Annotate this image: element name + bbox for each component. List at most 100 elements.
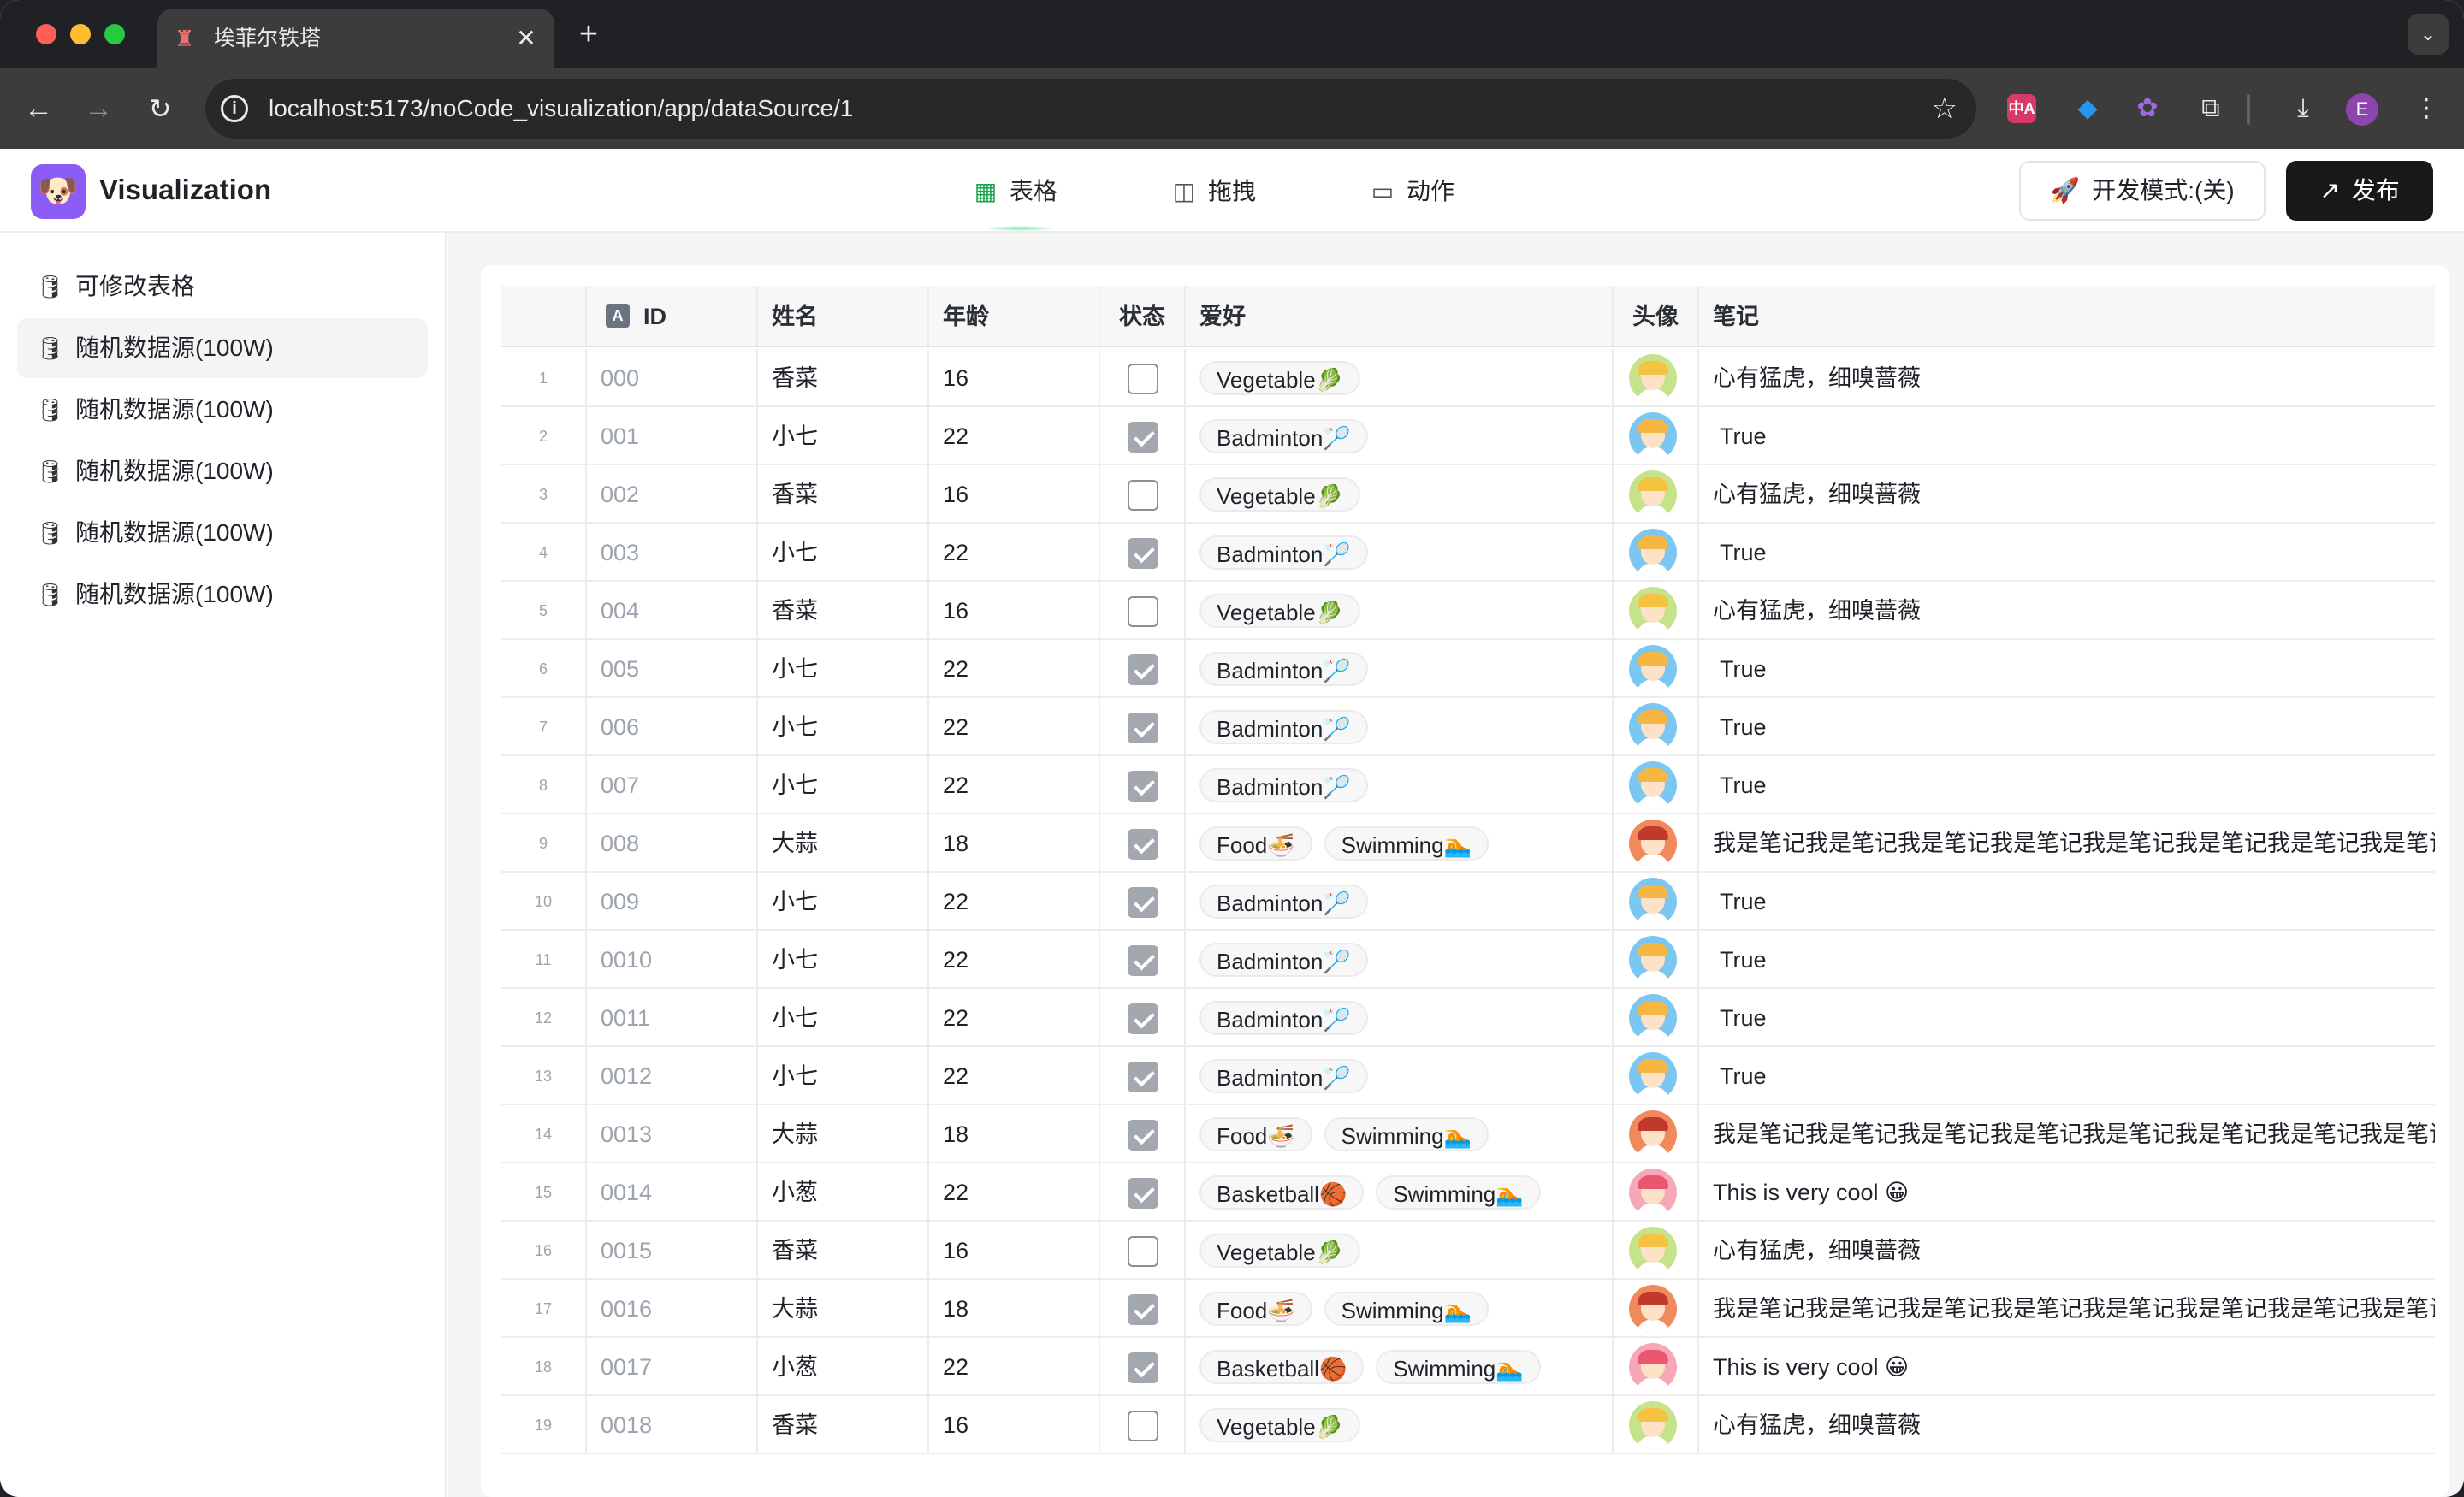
table-row[interactable]: 6 005 小七 22 Badminton🏸 True <box>501 640 2435 698</box>
minimize-window-button[interactable] <box>70 24 91 44</box>
table-row[interactable]: 11 0010 小七 22 Badminton🏸 True <box>501 931 2435 989</box>
status-checkbox[interactable] <box>1128 1352 1158 1383</box>
cell-notes[interactable]: This is very cool 😀 <box>1699 1338 2435 1394</box>
status-checkbox[interactable] <box>1128 887 1158 918</box>
cell-notes[interactable]: 我是笔记我是笔记我是笔记我是笔记我是笔记我是笔记我是笔记我是笔记 <box>1699 814 2435 871</box>
cell-notes[interactable]: True <box>1699 756 2435 813</box>
table-row[interactable]: 5 004 香菜 16 Vegetable🥬 心有猛虎，细嗅蔷薇 <box>501 582 2435 640</box>
status-checkbox[interactable] <box>1128 1294 1158 1325</box>
cell-id[interactable]: 0013 <box>587 1105 758 1162</box>
gem-extension-icon[interactable]: ◆ <box>2069 90 2106 127</box>
sidebar-item-random-source[interactable]: 🛢 随机数据源(100W) <box>17 565 428 624</box>
column-header-status[interactable]: 状态 <box>1100 286 1186 346</box>
column-header-notes[interactable]: 笔记 <box>1699 286 2435 346</box>
cell-notes[interactable]: This is very cool 😀 <box>1699 1163 2435 1220</box>
status-checkbox[interactable] <box>1128 1178 1158 1209</box>
cell-id[interactable]: 0012 <box>587 1047 758 1104</box>
cell-notes[interactable]: True <box>1699 524 2435 580</box>
cell-hobbies[interactable]: Badminton🏸 <box>1186 698 1614 754</box>
translate-extension-icon[interactable]: 中A <box>2007 94 2036 123</box>
cell-id[interactable]: 009 <box>587 873 758 929</box>
table-row[interactable]: 8 007 小七 22 Badminton🏸 True <box>501 756 2435 814</box>
cell-id[interactable]: 007 <box>587 756 758 813</box>
cell-name[interactable]: 香菜 <box>758 465 929 522</box>
status-checkbox[interactable] <box>1128 480 1158 511</box>
status-checkbox[interactable] <box>1128 945 1158 976</box>
download-icon[interactable]: ⤓ <box>2284 90 2322 127</box>
cell-id[interactable]: 0010 <box>587 931 758 987</box>
tab-close-icon[interactable]: ✕ <box>512 24 541 53</box>
cell-notes[interactable]: 心有猛虎，细嗅蔷薇 <box>1699 582 2435 638</box>
publish-button[interactable]: ↗ 发布 <box>2286 161 2433 221</box>
cell-hobbies[interactable]: Badminton🏸 <box>1186 407 1614 464</box>
cell-id[interactable]: 002 <box>587 465 758 522</box>
cell-age[interactable]: 22 <box>929 1338 1100 1394</box>
column-header-age[interactable]: 年龄 <box>929 286 1100 346</box>
cell-notes[interactable]: True <box>1699 1047 2435 1104</box>
sidebar-item-random-source[interactable]: 🛢 随机数据源(100W) <box>17 318 428 378</box>
cell-age[interactable]: 22 <box>929 698 1100 754</box>
table-row[interactable]: 19 0018 香菜 16 Vegetable🥬 心有猛虎，细嗅蔷薇 <box>501 1396 2435 1454</box>
cell-age[interactable]: 22 <box>929 1047 1100 1104</box>
cell-name[interactable]: 香菜 <box>758 1222 929 1278</box>
cell-age[interactable]: 16 <box>929 582 1100 638</box>
status-checkbox[interactable] <box>1128 1236 1158 1267</box>
cell-name[interactable]: 小葱 <box>758 1163 929 1220</box>
cell-age[interactable]: 16 <box>929 349 1100 405</box>
cell-notes[interactable]: 心有猛虎，细嗅蔷薇 <box>1699 349 2435 405</box>
tab-table[interactable]: ▦ 表格 <box>972 171 1057 212</box>
cell-hobbies[interactable]: Badminton🏸 <box>1186 524 1614 580</box>
cell-name[interactable]: 小七 <box>758 756 929 813</box>
cell-hobbies[interactable]: Badminton🏸 <box>1186 989 1614 1045</box>
cell-age[interactable]: 16 <box>929 1222 1100 1278</box>
cell-age[interactable]: 22 <box>929 524 1100 580</box>
cell-notes[interactable]: True <box>1699 931 2435 987</box>
cell-notes[interactable]: True <box>1699 640 2435 696</box>
cell-name[interactable]: 大蒜 <box>758 1105 929 1162</box>
cell-age[interactable]: 22 <box>929 873 1100 929</box>
cell-age[interactable]: 18 <box>929 1280 1100 1336</box>
dev-mode-button[interactable]: 🚀 开发模式:(关) <box>2019 161 2266 221</box>
cell-age[interactable]: 22 <box>929 756 1100 813</box>
table-row[interactable]: 9 008 大蒜 18 Food🍜 Swimming🏊 我是笔记我是笔记我是笔记我是笔记我是… <box>501 814 2435 873</box>
status-checkbox[interactable] <box>1128 364 1158 394</box>
address-bar[interactable]: i localhost:5173/noCode_visualization/ap… <box>205 79 1976 139</box>
column-header-avatar[interactable]: 头像 <box>1614 286 1699 346</box>
back-icon[interactable]: ← <box>19 89 58 128</box>
cell-age[interactable]: 22 <box>929 989 1100 1045</box>
forward-icon[interactable]: → <box>79 89 118 128</box>
cell-id[interactable]: 006 <box>587 698 758 754</box>
cell-name[interactable]: 大蒜 <box>758 814 929 871</box>
cell-hobbies[interactable]: Food🍜 Swimming🏊 <box>1186 814 1614 871</box>
close-window-button[interactable] <box>36 24 56 44</box>
cell-id[interactable]: 008 <box>587 814 758 871</box>
sidebar-item-random-source[interactable]: 🛢 随机数据源(100W) <box>17 380 428 440</box>
cell-age[interactable]: 18 <box>929 1105 1100 1162</box>
cell-name[interactable]: 小七 <box>758 524 929 580</box>
cell-notes[interactable]: 心有猛虎，细嗅蔷薇 <box>1699 465 2435 522</box>
cell-name[interactable]: 小七 <box>758 640 929 696</box>
cell-hobbies[interactable]: Vegetable🥬 <box>1186 349 1614 405</box>
cell-notes[interactable]: 我是笔记我是笔记我是笔记我是笔记我是笔记我是笔记我是笔记我是笔记 <box>1699 1105 2435 1162</box>
cell-hobbies[interactable]: Badminton🏸 <box>1186 931 1614 987</box>
cell-id[interactable]: 0017 <box>587 1338 758 1394</box>
cell-hobbies[interactable]: Vegetable🥬 <box>1186 1222 1614 1278</box>
cell-age[interactable]: 22 <box>929 640 1100 696</box>
sidebar-item-random-source[interactable]: 🛢 随机数据源(100W) <box>17 503 428 563</box>
cell-name[interactable]: 小七 <box>758 989 929 1045</box>
table-row[interactable]: 12 0011 小七 22 Badminton🏸 True <box>501 989 2435 1047</box>
cell-id[interactable]: 0014 <box>587 1163 758 1220</box>
cell-hobbies[interactable]: Food🍜 Swimming🏊 <box>1186 1280 1614 1336</box>
browser-menu-icon[interactable]: ⋮ <box>2408 90 2445 127</box>
table-row[interactable]: 4 003 小七 22 Badminton🏸 True <box>501 524 2435 582</box>
cell-notes[interactable]: True <box>1699 989 2435 1045</box>
tab-search-button[interactable]: ⌄ <box>2408 14 2449 55</box>
browser-tab[interactable]: ♜ 埃菲尔铁塔 ✕ <box>157 9 554 68</box>
cell-name[interactable]: 香菜 <box>758 349 929 405</box>
bookmark-star-icon[interactable]: ☆ <box>1932 92 1958 125</box>
status-checkbox[interactable] <box>1128 1003 1158 1034</box>
column-header-hobby[interactable]: 爱好 <box>1186 286 1614 346</box>
cell-hobbies[interactable]: Vegetable🥬 <box>1186 582 1614 638</box>
reload-icon[interactable]: ↻ <box>140 89 180 128</box>
tab-drag[interactable]: ◫ 拖拽 <box>1170 171 1256 212</box>
